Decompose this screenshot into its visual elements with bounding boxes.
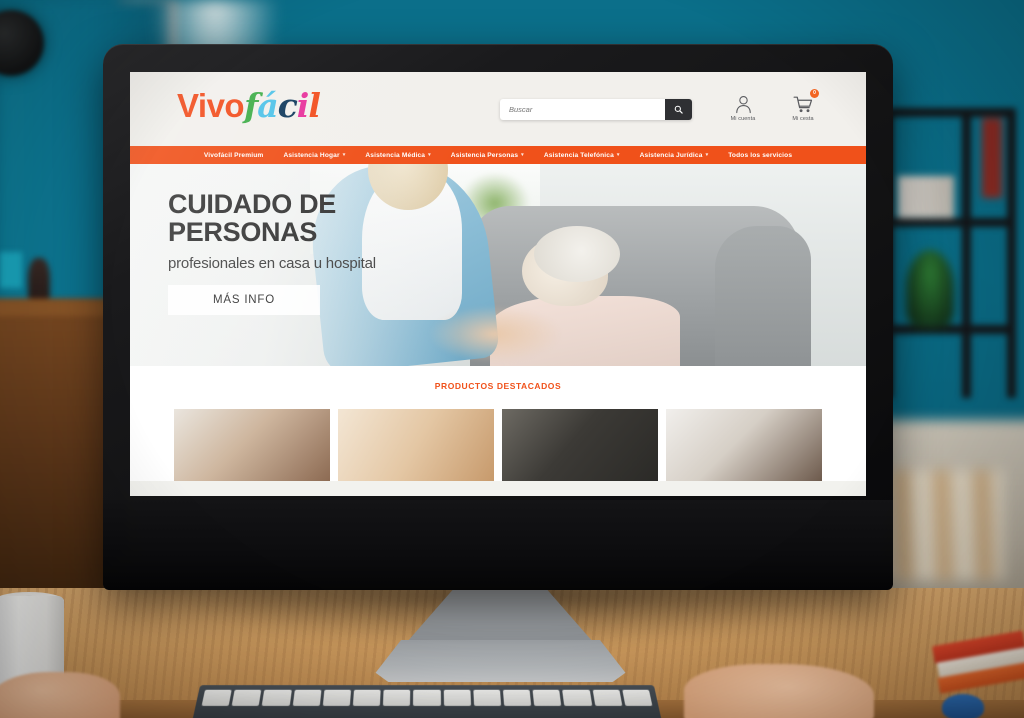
site-header: Vivofácil Buscar Mi cuenta 0 Mi cesta <box>130 72 866 146</box>
nav-label: Asistencia Hogar <box>283 151 340 159</box>
chevron-down-icon: ▾ <box>616 152 620 158</box>
nav-label: Asistencia Personas <box>450 151 519 159</box>
nav-label: Asistencia Jurídica <box>639 151 703 159</box>
chevron-down-icon: ▾ <box>521 152 524 158</box>
product-grid <box>130 409 866 481</box>
nav-item-asistencia-personas[interactable]: Asistencia Personas ▾ <box>441 152 534 159</box>
picture-frame <box>0 252 22 288</box>
hero-content: CUIDADO DE PERSONAS profesionales en cas… <box>168 190 468 316</box>
logo-letter-i: i <box>296 86 310 125</box>
right-hand <box>684 664 874 718</box>
logo-letter-a: á <box>257 86 278 125</box>
monitor-stand-base <box>375 640 626 682</box>
search-input[interactable] <box>500 99 665 120</box>
logo-letter-f: f <box>244 86 258 125</box>
shelving-unit <box>876 90 1016 398</box>
search-icon <box>674 105 683 114</box>
left-hand <box>0 672 120 718</box>
product-card[interactable] <box>502 409 658 481</box>
cart-button[interactable]: 0 Mi cesta <box>784 89 822 122</box>
product-card[interactable] <box>338 409 494 481</box>
account-button[interactable]: Mi cuenta <box>724 90 762 122</box>
monitor-chin <box>103 500 893 590</box>
nav-item-todos-los-servicios[interactable]: Todos los servicios <box>718 152 802 159</box>
nav-label: Vivofácil Premium <box>203 151 264 159</box>
nav-item-asistencia-medica[interactable]: Asistencia Médica ▾ <box>355 152 440 159</box>
search-bar <box>500 99 692 120</box>
nav-item-asistencia-telefonica[interactable]: Asistencia Telefónica ▾ <box>534 152 630 159</box>
keyboard[interactable] <box>191 685 663 718</box>
nav-item-asistencia-juridica[interactable]: Asistencia Jurídica ▾ <box>630 152 719 159</box>
nav-item-asistencia-hogar[interactable]: Asistencia Hogar ▾ <box>273 152 355 159</box>
nav-label: Todos los servicios <box>728 151 793 159</box>
logo-letter-l: l <box>308 86 321 125</box>
search-button[interactable] <box>665 99 692 120</box>
room-scene: Vivofácil Buscar Mi cuenta 0 Mi cesta Vi… <box>0 0 1024 718</box>
monitor-screen: Vivofácil Buscar Mi cuenta 0 Mi cesta Vi… <box>130 72 866 496</box>
logo-letter-c: c <box>277 86 298 125</box>
nav-label: Asistencia Médica <box>365 151 426 159</box>
product-card[interactable] <box>666 409 822 481</box>
cart-count-badge: 0 <box>810 89 819 98</box>
hero-cta-button[interactable]: MÁS INFO <box>168 285 320 316</box>
nav-label: Asistencia Telefónica <box>543 151 614 159</box>
product-card[interactable] <box>174 409 330 481</box>
header-actions: Mi cuenta 0 Mi cesta <box>724 89 822 122</box>
chevron-down-icon: ▾ <box>428 152 431 158</box>
hero-title-line2: PERSONAS <box>168 217 318 248</box>
hero-title: CUIDADO DE PERSONAS <box>168 190 468 246</box>
chevron-down-icon: ▾ <box>342 152 346 158</box>
site-logo[interactable]: Vivofácil <box>177 86 321 125</box>
blue-object <box>942 694 984 718</box>
featured-title: PRODUCTOS DESTACADOS <box>434 381 562 391</box>
logo-text-vivo: Vivo <box>177 87 245 124</box>
account-label: Mi cuenta <box>730 116 756 122</box>
shelf-books <box>898 176 954 218</box>
user-icon <box>724 90 762 114</box>
hero-banner: CUIDADO DE PERSONAS profesionales en cas… <box>130 164 866 366</box>
shelf-plant <box>906 250 954 328</box>
hero-subtitle: profesionales en casa u hospital <box>168 255 376 273</box>
hero-title-line1: CUIDADO DE <box>168 189 337 219</box>
main-navigation: Vivofácil Premium Asistencia Hogar ▾ Asi… <box>130 146 866 164</box>
website-viewport: Vivofácil Buscar Mi cuenta 0 Mi cesta Vi… <box>130 72 866 496</box>
shelf-red-item <box>982 118 1002 198</box>
featured-products-section: PRODUCTOS DESTACADOS <box>130 366 866 481</box>
nav-item-premium[interactable]: Vivofácil Premium <box>194 152 274 159</box>
cart-label: Mi cesta <box>792 116 814 122</box>
chevron-down-icon: ▾ <box>705 152 709 158</box>
computer-monitor: Vivofácil Buscar Mi cuenta 0 Mi cesta Vi… <box>103 44 893 590</box>
